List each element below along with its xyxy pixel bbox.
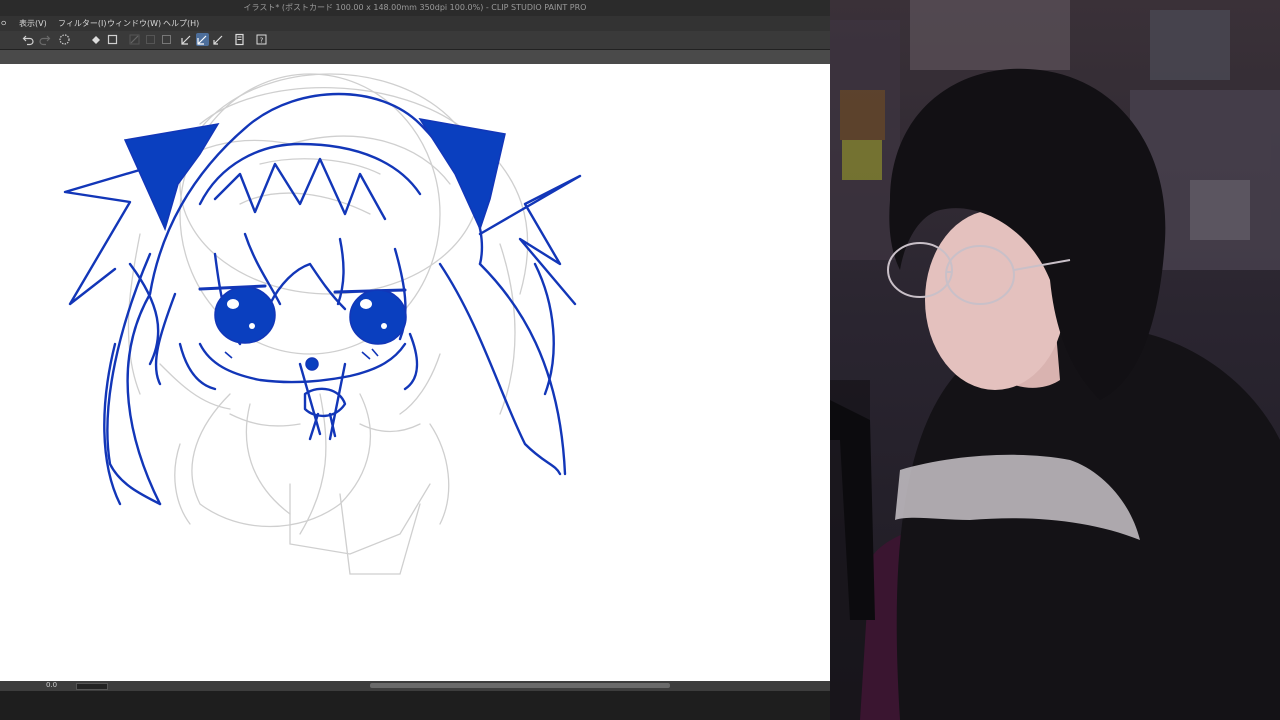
menu-item-partial[interactable]: ㅇ — [0, 18, 7, 29]
help-icon[interactable]: ? — [255, 33, 268, 46]
horizontal-scrollbar[interactable] — [370, 683, 670, 688]
right-ear — [418, 117, 506, 232]
pen-stabilize-icon[interactable] — [180, 33, 193, 46]
border-icon[interactable] — [160, 33, 173, 46]
pen-active-icon[interactable] — [196, 33, 209, 46]
menu-bar: ㅇ 表示(V) フィルター(I) ウィンドウ(W) ヘルプ(H) — [0, 16, 830, 31]
title-bar: イラスト* (ポストカード 100.00 x 148.00mm 350dpi 1… — [0, 0, 830, 16]
window-title: イラスト* (ポストカード 100.00 x 148.00mm 350dpi 1… — [243, 3, 587, 12]
bottom-strip — [0, 691, 830, 720]
undo-icon[interactable] — [22, 33, 35, 46]
transform-icon[interactable] — [128, 33, 141, 46]
command-bar: ? — [0, 31, 830, 50]
clear-icon[interactable] — [144, 33, 157, 46]
clip-studio-window: イラスト* (ポストカード 100.00 x 148.00mm 350dpi 1… — [0, 0, 830, 720]
webcam-panel — [830, 0, 1280, 720]
menu-help[interactable]: ヘルプ(H) — [163, 18, 199, 29]
fill-icon[interactable] — [90, 33, 103, 46]
redo-icon[interactable] — [38, 33, 51, 46]
menu-view[interactable]: 表示(V) — [19, 18, 47, 29]
status-bar: 0.0 — [0, 681, 830, 691]
menu-window[interactable]: ウィンドウ(W) — [107, 18, 161, 29]
zoom-readout: 0.0 — [46, 681, 58, 689]
ruler-icon[interactable] — [212, 33, 225, 46]
svg-text:?: ? — [260, 37, 264, 45]
crop-icon[interactable] — [106, 33, 119, 46]
drawing-canvas[interactable] — [0, 64, 830, 681]
right-eye — [349, 289, 407, 345]
left-ear — [123, 122, 220, 232]
select-icon[interactable] — [58, 33, 71, 46]
ink-fills — [123, 117, 506, 371]
left-eye — [214, 286, 276, 344]
nose-dot — [305, 357, 319, 371]
menu-filter[interactable]: フィルター(I) — [58, 18, 106, 29]
zoom-slider[interactable] — [76, 683, 108, 690]
canvas-gutter — [0, 50, 830, 64]
layer-icon[interactable] — [233, 33, 246, 46]
